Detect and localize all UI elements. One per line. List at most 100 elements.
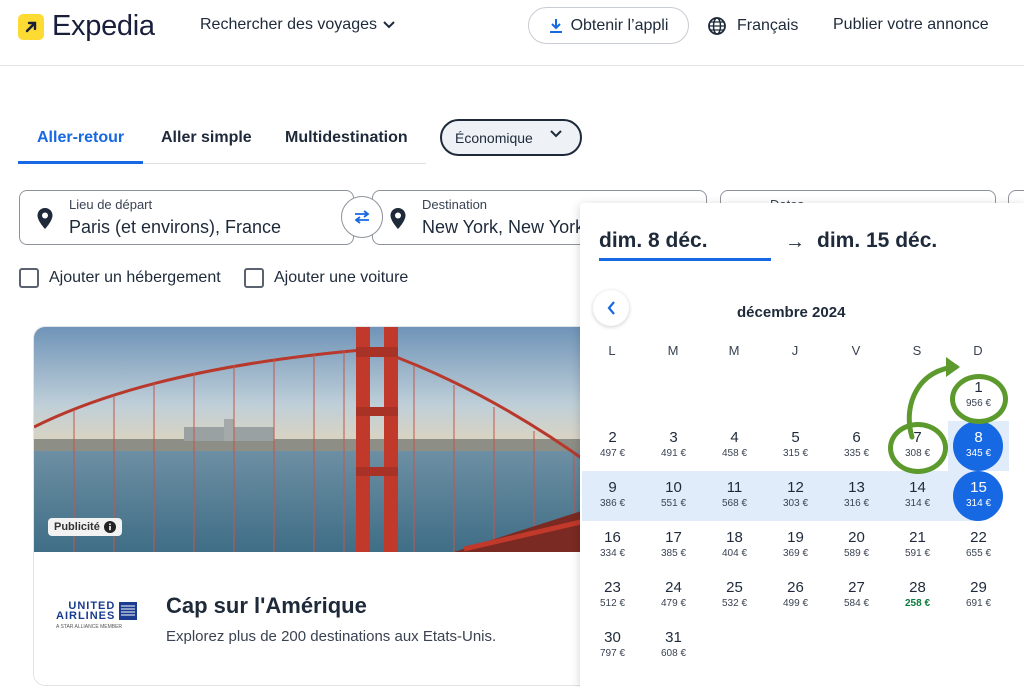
origin-field[interactable]: Lieu de départ Paris (et environs), Fran… (19, 190, 354, 245)
day-number: 24 (665, 579, 682, 596)
calendar-day[interactable]: 6 335 € (826, 421, 887, 471)
location-pin-icon (390, 208, 406, 229)
day-number: 15 (970, 479, 987, 496)
day-price: 458 € (721, 448, 748, 459)
day-number: 27 (848, 579, 865, 596)
day-number: 17 (665, 529, 682, 546)
previous-month-button[interactable] (593, 290, 629, 326)
calendar-day[interactable]: 23 512 € (582, 571, 643, 621)
active-tab-indicator (18, 161, 143, 164)
calendar-day[interactable]: 22 655 € (948, 521, 1009, 571)
calendar-day[interactable]: 29 691 € (948, 571, 1009, 621)
day-price: 608 € (660, 648, 687, 659)
tab-one-way[interactable]: Aller simple (161, 129, 252, 147)
tab-multi-destination[interactable]: Multidestination (285, 129, 408, 147)
departure-date[interactable]: dim. 8 déc. (599, 229, 708, 253)
calendar-day[interactable]: 3 491 € (643, 421, 704, 471)
return-date[interactable]: dim. 15 déc. (817, 229, 937, 253)
ad-title: Cap sur l'Amérique (166, 593, 367, 618)
day-number: 25 (726, 579, 743, 596)
language-selector[interactable]: Français (707, 16, 798, 36)
sponsored-label: Publicité (54, 521, 100, 533)
chevron-left-icon (607, 301, 615, 315)
calendar-day[interactable]: 21 591 € (887, 521, 948, 571)
calendar-day[interactable]: 16 334 € (582, 521, 643, 571)
calendar-day[interactable]: 11 568 € (704, 471, 765, 521)
calendar-day[interactable]: 20 589 € (826, 521, 887, 571)
destination-label: Destination (422, 197, 488, 212)
day-price: 335 € (843, 448, 870, 459)
annotation-circle-day-1 (950, 374, 1008, 424)
day-number: 13 (848, 479, 865, 496)
calendar-day[interactable]: 25 532 € (704, 571, 765, 621)
arrow-right-icon: → (785, 231, 805, 253)
add-car-checkbox[interactable] (244, 268, 264, 288)
add-car-option[interactable]: Ajouter une voiture (244, 268, 408, 288)
add-hotel-option[interactable]: Ajouter un hébergement (19, 268, 221, 288)
active-date-indicator (599, 258, 771, 261)
calendar-day[interactable]: 14 314 € (887, 471, 948, 521)
calendar-day[interactable]: 27 584 € (826, 571, 887, 621)
day-number: 30 (604, 629, 621, 646)
calendar-day[interactable]: 17 385 € (643, 521, 704, 571)
day-number: 20 (848, 529, 865, 546)
info-icon[interactable] (103, 521, 116, 533)
language-label: Français (737, 17, 799, 34)
day-number: 14 (909, 479, 926, 496)
chevron-down-icon (383, 21, 395, 29)
search-trips-menu[interactable]: Rechercher des voyages (200, 16, 395, 34)
calendar-day[interactable]: 10 551 € (643, 471, 704, 521)
add-hotel-checkbox[interactable] (19, 268, 39, 288)
calendar-day[interactable]: 30 797 € (582, 621, 643, 671)
day-price: 334 € (599, 548, 626, 559)
ad-subtitle: Explorez plus de 200 destinations aux Et… (166, 628, 497, 645)
day-number: 2 (608, 429, 617, 446)
cabin-class-value: Économique (455, 129, 533, 146)
globe-logo-icon (119, 602, 138, 620)
day-price: 369 € (782, 548, 809, 559)
calendar-day[interactable]: 28 258 € (887, 571, 948, 621)
day-price: 258 € (904, 598, 931, 609)
day-number: 19 (787, 529, 804, 546)
calendar-day[interactable]: 31 608 € (643, 621, 704, 671)
tab-round-trip[interactable]: Aller-retour (37, 129, 124, 147)
calendar-day[interactable]: 5 315 € (765, 421, 826, 471)
weekday-header: L (608, 343, 616, 358)
calendar-day[interactable]: 19 369 € (765, 521, 826, 571)
expedia-logo[interactable]: Expedia (18, 10, 155, 43)
month-title: décembre 2024 (737, 304, 846, 321)
day-price: 691 € (965, 598, 992, 609)
day-number: 11 (726, 479, 743, 496)
swap-locations-button[interactable] (341, 196, 383, 238)
calendar-day[interactable]: 9 386 € (582, 471, 643, 521)
day-price: 497 € (599, 448, 626, 459)
day-price: 499 € (782, 598, 809, 609)
calendar-day[interactable]: 18 404 € (704, 521, 765, 571)
weekday-header: M (667, 343, 679, 358)
calendar-day[interactable]: 24 479 € (643, 571, 704, 621)
calendar-day[interactable]: 2 497 € (582, 421, 643, 471)
calendar-day[interactable]: 4 458 € (704, 421, 765, 471)
calendar-day[interactable]: 12 303 € (765, 471, 826, 521)
search-trips-label: Rechercher des voyages (200, 16, 377, 33)
day-price: 316 € (843, 498, 870, 509)
calendar-day[interactable]: 15 314 € (948, 471, 1009, 521)
ad-card[interactable]: Publicité UNITED AIRLINES A STAR ALLIANC… (33, 326, 593, 686)
calendar-day[interactable]: 13 316 € (826, 471, 887, 521)
publish-listing-link[interactable]: Publier votre annonce (833, 16, 989, 34)
location-pin-icon (37, 208, 53, 229)
download-icon (549, 18, 562, 33)
calendar-day[interactable]: 26 499 € (765, 571, 826, 621)
day-price: 404 € (721, 548, 748, 559)
get-app-label: Obtenir l’appli (570, 16, 669, 34)
add-car-label: Ajouter une voiture (274, 269, 409, 286)
day-number: 21 (909, 529, 926, 546)
cabin-class-select[interactable]: Économique (440, 119, 582, 156)
add-hotel-label: Ajouter un hébergement (49, 269, 221, 286)
selected-dates-bar: dim. 8 déc. → dim. 15 déc. (580, 203, 1024, 263)
get-app-button[interactable]: Obtenir l’appli (528, 7, 689, 44)
day-price: 532 € (721, 598, 748, 609)
day-price: 584 € (843, 598, 870, 609)
day-price: 345 € (965, 448, 992, 459)
day-number: 22 (970, 529, 987, 546)
